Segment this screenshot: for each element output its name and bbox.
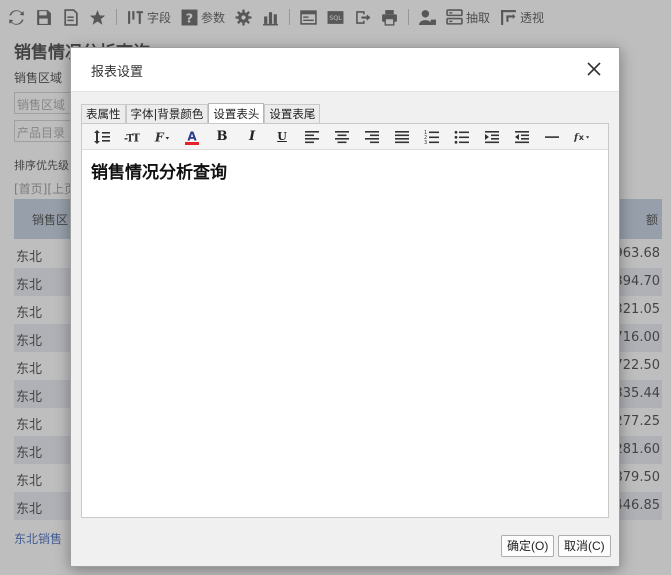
tab-table-properties[interactable]: 表属性	[81, 104, 126, 123]
ok-button[interactable]: 确定(O)	[501, 535, 555, 557]
editor-toolbar: -T T F A B I U 123 f x	[82, 124, 608, 150]
unordered-list-icon[interactable]	[447, 126, 477, 148]
font-size-icon[interactable]: -T T	[117, 126, 147, 148]
align-justify-icon[interactable]	[387, 126, 417, 148]
tab-font-background[interactable]: 字体|背景颜色	[125, 104, 209, 123]
horizontal-rule-icon[interactable]	[537, 126, 567, 148]
tab-header[interactable]: 设置表头	[208, 103, 265, 124]
formula-icon[interactable]: fx	[567, 126, 597, 148]
indent-icon[interactable]	[477, 126, 507, 148]
svg-text:A: A	[187, 129, 197, 143]
cancel-button[interactable]: 取消(C)	[558, 535, 611, 557]
close-icon[interactable]	[585, 60, 603, 78]
outdent-icon[interactable]	[507, 126, 537, 148]
align-right-icon[interactable]	[357, 126, 387, 148]
svg-text:F: F	[154, 129, 165, 144]
ordered-list-icon[interactable]: 123	[417, 126, 447, 148]
align-left-icon[interactable]	[297, 126, 327, 148]
settings-tabs: 表属性 字体|背景颜色 设置表头 设置表尾	[81, 103, 321, 124]
italic-icon[interactable]: I	[237, 126, 267, 148]
tab-footer[interactable]: 设置表尾	[264, 104, 321, 123]
report-settings-dialog: 报表设置 表属性 字体|背景颜色 设置表头 设置表尾 -TT F A B I	[70, 47, 620, 567]
bold-icon[interactable]: B	[207, 126, 237, 148]
line-height-icon[interactable]	[87, 126, 117, 148]
svg-text:3: 3	[424, 140, 427, 145]
svg-text:x: x	[579, 133, 585, 142]
underline-icon[interactable]: U	[267, 126, 297, 148]
dialog-title-bar: 报表设置	[71, 48, 619, 92]
dialog-title: 报表设置	[91, 65, 144, 80]
rich-text-editor: -T T F A B I U 123 f x 销售情况分析查询	[81, 123, 609, 518]
editor-content[interactable]: 销售情况分析查询	[91, 158, 227, 183]
font-family-icon[interactable]: F	[147, 126, 177, 148]
align-center-icon[interactable]	[327, 126, 357, 148]
font-color-icon[interactable]: A	[177, 126, 207, 148]
svg-text:T: T	[132, 130, 140, 144]
